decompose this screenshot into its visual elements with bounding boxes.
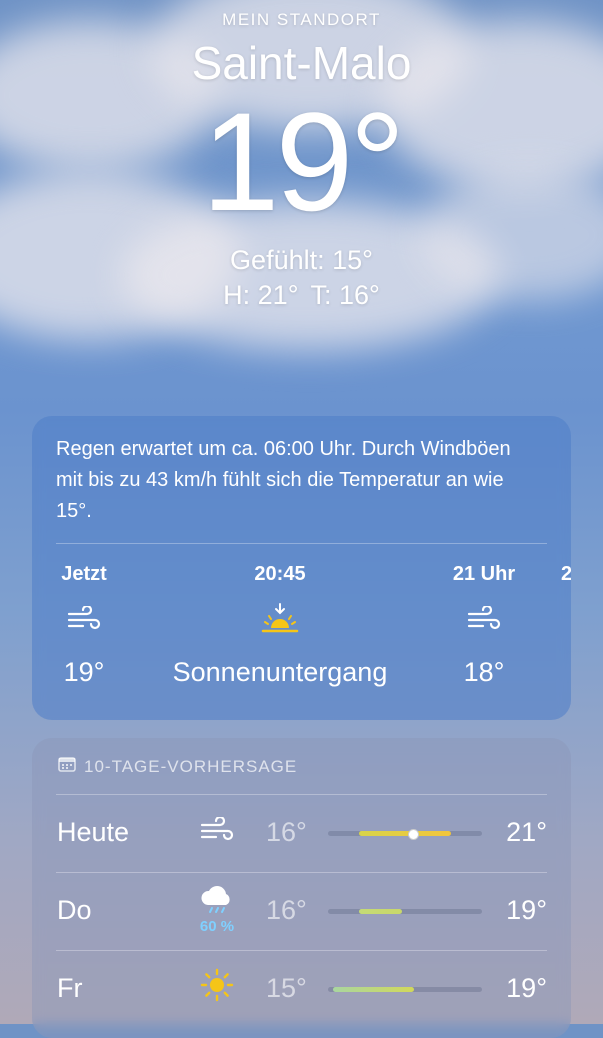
forecast-row-friday[interactable]: Fr 15° 19° bbox=[32, 951, 571, 1029]
current-temp-marker bbox=[407, 829, 419, 840]
temp-range-fill bbox=[332, 987, 415, 992]
hour-time: 20:45 bbox=[254, 563, 306, 585]
forecast-high: 19° bbox=[506, 895, 547, 925]
hour-item-sunset[interactable]: 20:45 Sonnenuntergang bbox=[150, 563, 410, 688]
forecast-low: 16° bbox=[266, 817, 307, 847]
forecast-header: 10-TAGE-VORHERSAGE bbox=[58, 756, 297, 777]
forecast-low: 15° bbox=[266, 973, 307, 1003]
temp-range-fill bbox=[358, 909, 402, 914]
forecast-day: Heute bbox=[57, 817, 130, 847]
wind-icon bbox=[182, 815, 252, 848]
forecast-day: Do bbox=[57, 895, 92, 925]
high-temp: H: 21° bbox=[223, 280, 299, 310]
rain-cloud-icon: 60 % bbox=[182, 883, 252, 935]
hour-item-partial[interactable]: 2 bbox=[561, 563, 571, 591]
ten-day-forecast-card[interactable]: 10-TAGE-VORHERSAGE Heute 16° 21° Do 60 %… bbox=[32, 738, 571, 1038]
high-low: H: 21° T: 16° bbox=[0, 280, 603, 311]
hour-label: Sonnenuntergang bbox=[172, 657, 388, 687]
forecast-title: 10-TAGE-VORHERSAGE bbox=[84, 756, 298, 776]
temp-range-bar bbox=[328, 829, 482, 840]
location-label: MEIN STANDORT bbox=[222, 10, 381, 29]
hour-time: 21 Uhr bbox=[452, 563, 516, 585]
hour-temp: 19° bbox=[63, 657, 105, 687]
forecast-high: 19° bbox=[506, 973, 547, 1003]
sun-icon bbox=[182, 967, 252, 1008]
wind-icon bbox=[446, 591, 522, 647]
weather-summary: Regen erwartet um ca. 06:00 Uhr. Durch W… bbox=[56, 438, 511, 522]
low-temp: T: 16° bbox=[310, 280, 380, 310]
temp-range-bar bbox=[328, 909, 482, 914]
temp-range-bar bbox=[328, 987, 482, 992]
feels-like: Gefühlt: 15° bbox=[230, 245, 373, 275]
calendar-icon bbox=[58, 756, 76, 777]
current-temperature: 19° bbox=[201, 83, 406, 240]
hour-item-21[interactable]: 21 Uhr 18° bbox=[446, 563, 522, 688]
wind-icon bbox=[54, 591, 114, 647]
temp-range-fill bbox=[358, 831, 452, 836]
forecast-day: Fr bbox=[57, 973, 83, 1003]
precipitation-chance: 60 % bbox=[199, 918, 235, 935]
forecast-row-today[interactable]: Heute 16° 21° bbox=[32, 795, 571, 873]
forecast-low: 16° bbox=[266, 895, 307, 925]
sunset-icon bbox=[150, 591, 410, 647]
divider bbox=[56, 543, 547, 544]
city-name: Saint-Malo bbox=[191, 37, 412, 89]
hour-time: Jetzt bbox=[61, 563, 107, 585]
forecast-row-thursday[interactable]: Do 60 % 16° 19° bbox=[32, 873, 571, 951]
hour-item-now[interactable]: Jetzt 19° bbox=[54, 563, 114, 688]
hourly-forecast-card[interactable]: Regen erwartet um ca. 06:00 Uhr. Durch W… bbox=[32, 416, 571, 720]
forecast-high: 21° bbox=[506, 817, 547, 847]
hour-temp: 18° bbox=[463, 657, 505, 687]
hour-time: 2 bbox=[561, 563, 571, 585]
